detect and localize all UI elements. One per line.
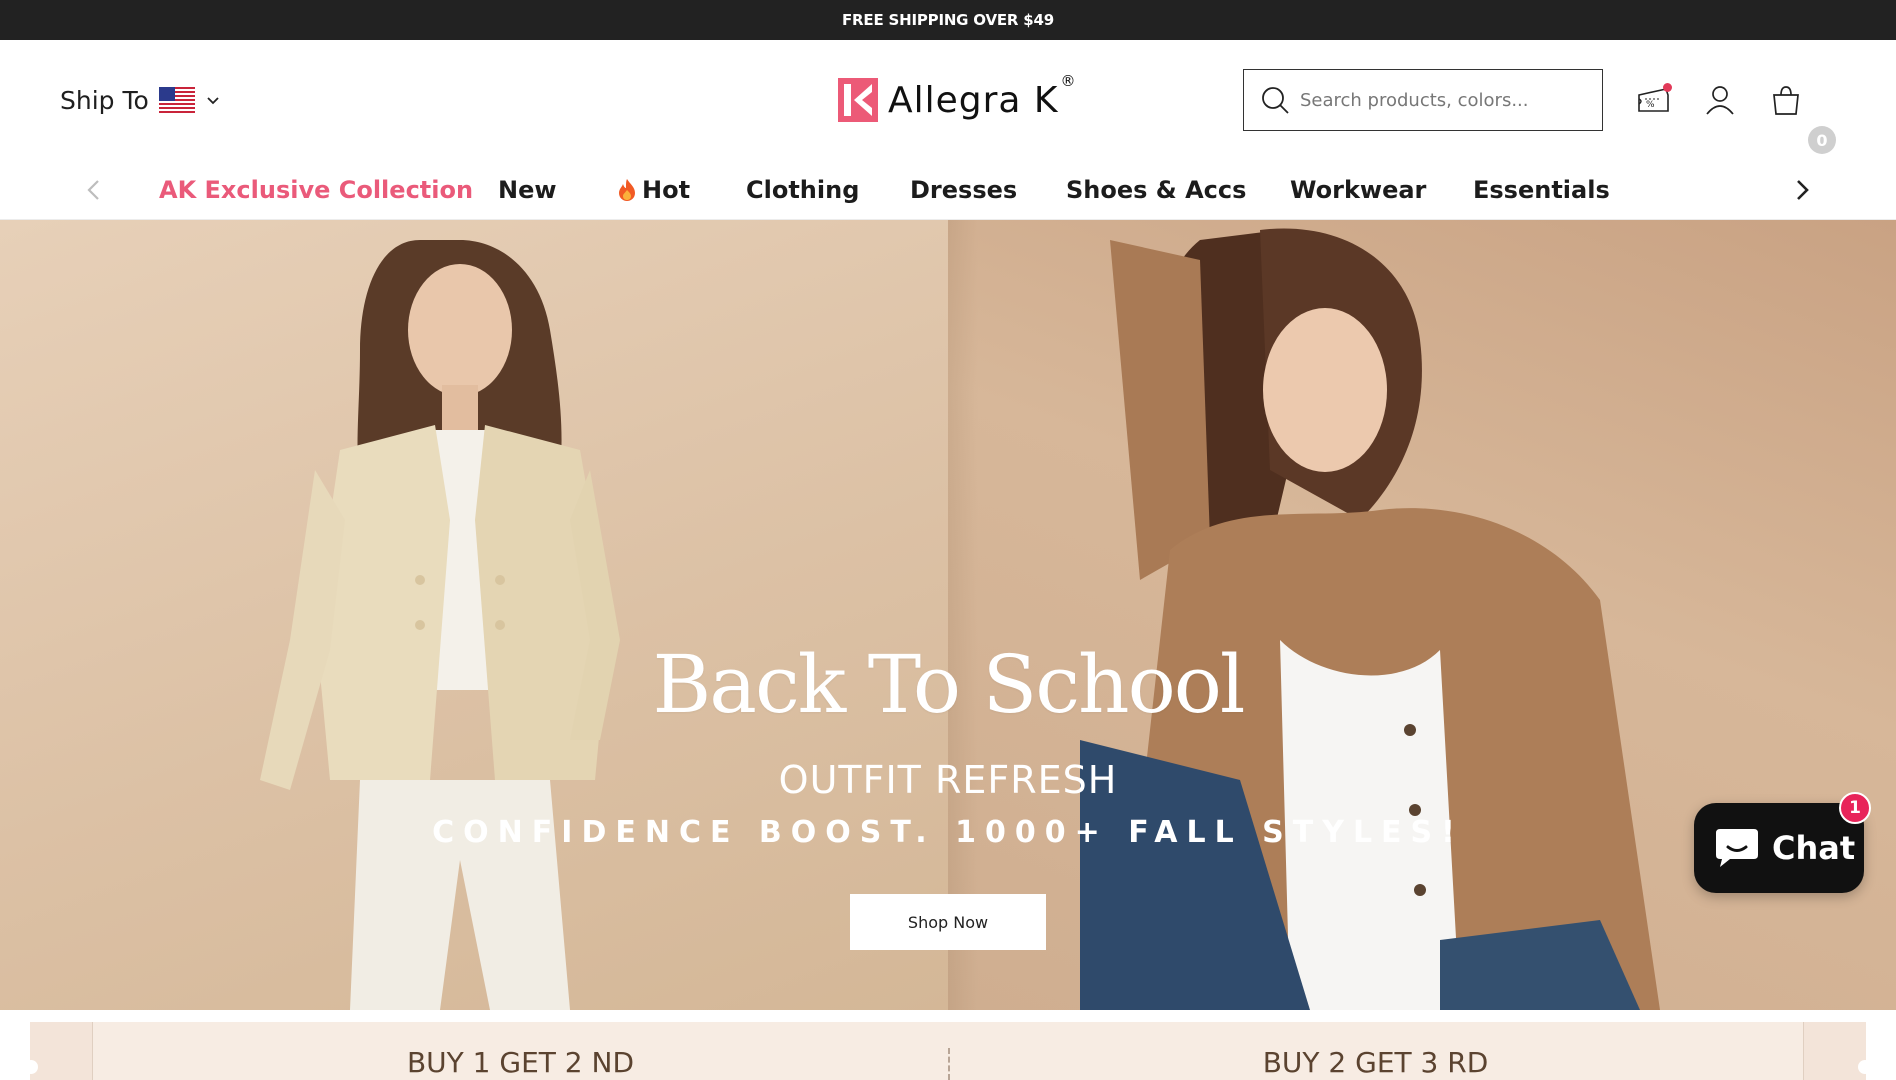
promo-card-label: BUY 1 GET 2 ND bbox=[406, 1046, 635, 1079]
promo-card-buy2get3[interactable]: BUY 2 GET 3 RD bbox=[948, 1022, 1804, 1080]
hero-banner[interactable]: Back To School OUTFIT REFRESH CONFIDENCE… bbox=[0, 220, 1896, 1010]
nav-item-label: Clothing bbox=[746, 176, 860, 204]
coupon-button[interactable]: % bbox=[1634, 80, 1674, 120]
nav-item-ak-exclusive[interactable]: AK Exclusive Collection bbox=[159, 170, 473, 210]
ticket-notch bbox=[1858, 1060, 1872, 1074]
logo-text: Allegra K ® bbox=[888, 72, 1076, 121]
nav-item-clothing[interactable]: Clothing bbox=[746, 170, 859, 210]
user-icon bbox=[1706, 86, 1734, 115]
nav-item-label: Hot bbox=[642, 176, 691, 204]
fire-icon bbox=[619, 179, 635, 201]
cart-button[interactable] bbox=[1766, 80, 1806, 120]
hero-subtitle: OUTFIT REFRESH bbox=[778, 758, 1118, 802]
nav-item-label: Essentials bbox=[1473, 176, 1610, 204]
nav-item-workwear[interactable]: Workwear bbox=[1290, 170, 1426, 210]
account-button[interactable] bbox=[1700, 80, 1740, 120]
chevron-down-icon bbox=[207, 97, 219, 105]
promo-divider bbox=[948, 1048, 950, 1080]
logo-wordmark: Allegra K bbox=[888, 79, 1059, 121]
shop-now-button[interactable]: Shop Now bbox=[850, 894, 1046, 950]
promo-card-label: BUY 2 GET 3 RD bbox=[1262, 1046, 1489, 1079]
notification-dot bbox=[1663, 83, 1672, 92]
ship-to-selector[interactable]: Ship To bbox=[60, 82, 221, 118]
search-icon bbox=[1262, 87, 1289, 114]
allegra-k-logo-icon bbox=[838, 78, 878, 122]
model-cardigan-image bbox=[1080, 228, 1660, 1010]
hero-title: Back To School bbox=[652, 638, 1246, 731]
site-header: Ship To Allegra K ® Search products, col… bbox=[0, 40, 1896, 160]
promo-card-buy1get2[interactable]: BUY 1 GET 2 ND bbox=[92, 1022, 948, 1080]
nav-item-essentials[interactable]: Essentials bbox=[1473, 170, 1610, 210]
cart-count-badge: 0 bbox=[1808, 126, 1836, 154]
nav-item-label: Shoes & Accs bbox=[1066, 176, 1247, 204]
hero-tagline: CONFIDENCE BOOST. 1000+ FALL STYLES! bbox=[432, 815, 1464, 850]
search-box[interactable] bbox=[1243, 69, 1603, 131]
ticket-notch bbox=[24, 1060, 38, 1074]
registered-mark: ® bbox=[1060, 71, 1077, 90]
nav-item-label: AK Exclusive Collection bbox=[159, 176, 474, 204]
svg-text:%: % bbox=[1646, 100, 1655, 110]
chat-widget-button[interactable]: Chat bbox=[1694, 803, 1864, 893]
nav-next-button[interactable] bbox=[1786, 174, 1818, 206]
site-logo[interactable]: Allegra K ® bbox=[838, 72, 1076, 128]
us-flag-icon bbox=[158, 87, 195, 113]
nav-item-new[interactable]: New bbox=[498, 170, 557, 210]
hero-divider-shadow bbox=[948, 220, 978, 1010]
chat-unread-badge: 1 bbox=[1839, 792, 1871, 824]
chat-label: Chat bbox=[1772, 829, 1856, 867]
chat-bubble-icon bbox=[1716, 829, 1758, 867]
nav-item-hot[interactable]: Hot bbox=[616, 170, 690, 210]
nav-item-label: Workwear bbox=[1290, 176, 1427, 204]
chevron-right-icon bbox=[1797, 180, 1809, 200]
announcement-text: FREE SHIPPING OVER $49 bbox=[842, 11, 1054, 29]
nav-item-label: Dresses bbox=[910, 176, 1018, 204]
search-input[interactable] bbox=[1300, 80, 1590, 120]
nav-item-shoes-accs[interactable]: Shoes & Accs bbox=[1066, 170, 1246, 210]
main-navigation: AK Exclusive Collection New Hot Clothing… bbox=[0, 160, 1896, 220]
model-blazer-image bbox=[260, 240, 620, 1010]
shopping-bag-icon bbox=[1773, 86, 1799, 115]
announcement-bar: FREE SHIPPING OVER $49 bbox=[0, 0, 1896, 40]
nav-item-dresses[interactable]: Dresses bbox=[910, 170, 1017, 210]
ship-to-label: Ship To bbox=[60, 85, 149, 115]
nav-item-label: New bbox=[498, 176, 557, 204]
